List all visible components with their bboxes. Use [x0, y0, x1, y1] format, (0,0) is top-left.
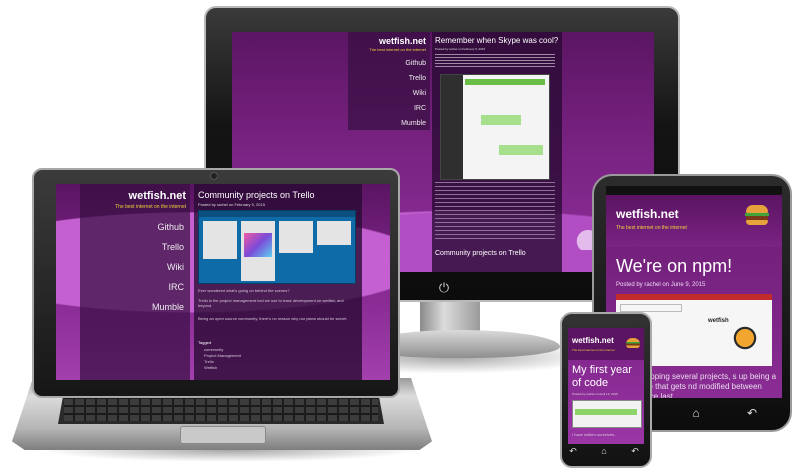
laptop-touchpad[interactable]	[180, 426, 266, 444]
code-screenshot	[572, 400, 642, 428]
site-tagline: The best internet on the internet	[115, 204, 186, 210]
site-title[interactable]: wetfish.net	[348, 36, 426, 46]
site-title[interactable]: wetfish.net	[616, 207, 679, 221]
post-paragraph: Trello is the project management tool we…	[198, 298, 344, 308]
tag-link[interactable]: Wetfish	[204, 365, 217, 370]
nav-wiki-link[interactable]: Wiki	[80, 262, 184, 272]
site-tagline: The best internet on the internet	[616, 225, 687, 231]
trello-list	[279, 221, 313, 253]
post-paragraph: Being an open source community, there's …	[198, 316, 348, 321]
trello-header	[199, 211, 355, 217]
site-tagline: The best internet on the internet	[369, 47, 426, 52]
post-meta: Posted by rachel on June 9, 2015	[616, 282, 706, 288]
tablet-header: wetfish.net The best internet on the int…	[606, 195, 782, 247]
nav-mumble-link[interactable]: Mumble	[80, 302, 184, 312]
tag-link[interactable]: community	[204, 347, 223, 352]
laptop-content: Community projects on Trello Posted by r…	[194, 184, 362, 380]
webcam-icon	[210, 172, 218, 180]
nav-irc-link[interactable]: IRC	[348, 105, 426, 112]
home-icon[interactable]: ⌂	[597, 446, 611, 456]
tagged-label: Tagged	[198, 340, 212, 345]
fish-logo	[728, 324, 762, 352]
post-title[interactable]: We're on npm!	[616, 256, 732, 277]
phone-screen: wetfish.net The best internet on the int…	[568, 328, 644, 444]
laptop-screen: wetfish.net The best internet on the int…	[56, 184, 390, 380]
back-icon[interactable]: ↶	[744, 406, 760, 420]
tag-link[interactable]: Trello	[204, 359, 214, 364]
tag-link[interactable]: Project Management	[204, 353, 241, 358]
post-paragraph: I have written ourselves...	[572, 432, 618, 437]
site-title[interactable]: wetfish.net	[80, 190, 186, 202]
post-meta: Posted by rachel on February 5, 2015	[435, 47, 486, 51]
post-title[interactable]: Community projects on Trello	[198, 190, 315, 200]
burger-icon[interactable]	[626, 338, 640, 348]
trello-list	[203, 221, 237, 259]
chat-bubble	[481, 115, 521, 125]
chat-bubble	[499, 145, 543, 155]
post-title[interactable]: My first year of code	[572, 364, 642, 390]
nav-wiki-link[interactable]: Wiki	[348, 90, 426, 97]
laptop-sidebar: wetfish.net The best internet on the int…	[80, 184, 190, 380]
post-paragraph	[435, 54, 555, 68]
trello-list	[317, 221, 351, 245]
post-paragraph: Ever wondered what's going on behind the…	[198, 288, 290, 293]
npm-package-name: wetfish	[708, 318, 729, 324]
nav-trello-link[interactable]: Trello	[348, 75, 426, 82]
skype-screenshot	[440, 74, 550, 180]
site-tagline: The best internet on the internet	[572, 348, 615, 352]
next-post-title[interactable]: Community projects on Trello	[435, 250, 526, 257]
nav-mumble-link[interactable]: Mumble	[348, 120, 426, 127]
trello-screenshot	[198, 210, 356, 284]
npm-header	[616, 294, 772, 300]
npm-search	[620, 304, 682, 312]
monitor-sidebar: wetfish.net The best internet on the int…	[348, 32, 430, 130]
skype-header	[465, 79, 545, 85]
trello-card-image	[244, 233, 272, 257]
home-icon[interactable]: ⌂	[688, 406, 704, 420]
nav-github-link[interactable]: Github	[348, 60, 426, 67]
burger-icon[interactable]	[744, 205, 770, 227]
tablet-status-bar	[606, 186, 782, 195]
phone-header: wetfish.net The best internet on the int…	[568, 328, 644, 360]
post-title[interactable]: Remember when Skype was cool?	[435, 36, 558, 45]
post-meta: Posted by rachel on April 13, 2015	[572, 392, 618, 396]
power-icon[interactable]: ⏻	[434, 280, 454, 296]
post-meta: Posted by rachel on February 5, 2015	[198, 202, 265, 207]
back-icon[interactable]: ↶	[628, 446, 642, 457]
nav-trello-link[interactable]: Trello	[80, 242, 184, 252]
skype-sidebar	[441, 75, 463, 179]
post-body-lines	[435, 182, 555, 240]
site-title[interactable]: wetfish.net	[572, 336, 614, 345]
nav-github-link[interactable]: Github	[80, 222, 184, 232]
nav-irc-link[interactable]: IRC	[80, 282, 185, 292]
back-icon[interactable]: ↶	[566, 446, 580, 457]
trello-list	[241, 221, 275, 281]
monitor-content: Remember when Skype was cool? Posted by …	[432, 32, 562, 272]
